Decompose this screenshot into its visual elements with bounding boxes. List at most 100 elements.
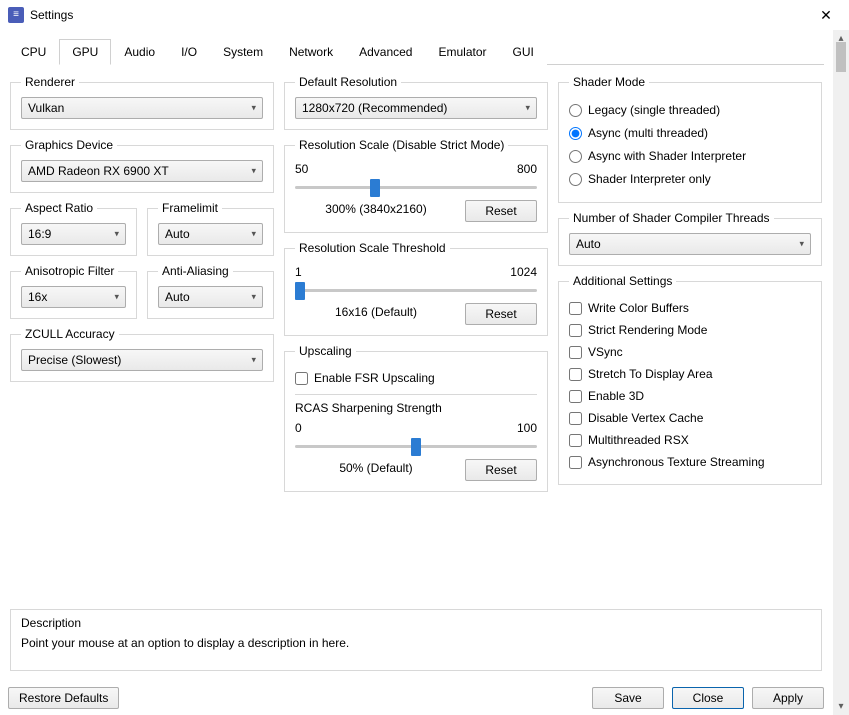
- select-default-resolution[interactable]: 1280x720 (Recommended) ▾: [295, 97, 537, 119]
- group-resolution-scale: Resolution Scale (Disable Strict Mode) 5…: [284, 138, 548, 233]
- label-aa: Anti-Aliasing: [158, 264, 233, 278]
- rcas-caption: 50% (Default): [295, 461, 457, 475]
- group-additional-settings: Additional Settings Write Color Buffers …: [558, 274, 822, 485]
- group-renderer: Renderer Vulkan ▾: [10, 75, 274, 130]
- chevron-down-icon: ▾: [114, 292, 119, 303]
- label-zcull: ZCULL Accuracy: [21, 327, 119, 341]
- label-description: Description: [21, 616, 811, 630]
- scrollbar[interactable]: ▴ ▾: [832, 30, 849, 715]
- select-aspect-ratio-value: 16:9: [28, 227, 51, 241]
- select-aniso-value: 16x: [28, 290, 47, 304]
- scroll-thumb[interactable]: [836, 42, 846, 72]
- select-compiler-threads-value: Auto: [576, 237, 601, 251]
- chevron-down-icon: ▾: [251, 355, 256, 366]
- select-renderer-value: Vulkan: [28, 101, 64, 115]
- tab-emulator[interactable]: Emulator: [425, 39, 499, 65]
- checkbox-label: VSync: [588, 345, 623, 359]
- chevron-down-icon: ▾: [251, 103, 256, 114]
- select-zcull[interactable]: Precise (Slowest) ▾: [21, 349, 263, 371]
- select-aniso[interactable]: 16x ▾: [21, 286, 126, 308]
- select-compiler-threads[interactable]: Auto ▾: [569, 233, 811, 255]
- group-aniso: Anisotropic Filter 16x ▾: [10, 264, 137, 319]
- checkbox-label: Asynchronous Texture Streaming: [588, 455, 765, 469]
- checkbox-enable-3d[interactable]: Enable 3D: [569, 386, 811, 406]
- col-right: Shader Mode Legacy (single threaded) Asy…: [558, 75, 822, 492]
- radio-shader-interp-only[interactable]: Shader Interpreter only: [569, 169, 811, 189]
- select-zcull-value: Precise (Slowest): [28, 353, 121, 367]
- select-renderer[interactable]: Vulkan ▾: [21, 97, 263, 119]
- tab-gui[interactable]: GUI: [500, 39, 547, 65]
- tab-io[interactable]: I/O: [168, 39, 210, 65]
- select-framelimit-value: Auto: [165, 227, 190, 241]
- select-framelimit[interactable]: Auto ▾: [158, 223, 263, 245]
- label-graphics-device: Graphics Device: [21, 138, 117, 152]
- tab-system[interactable]: System: [210, 39, 276, 65]
- description-text: Point your mouse at an option to display…: [21, 636, 811, 650]
- checkbox-disable-vertex-cache[interactable]: Disable Vertex Cache: [569, 408, 811, 428]
- label-resolution-threshold: Resolution Scale Threshold: [295, 241, 450, 255]
- label-compiler-threads: Number of Shader Compiler Threads: [569, 211, 774, 225]
- group-resolution-threshold: Resolution Scale Threshold 1 1024 16x16 …: [284, 241, 548, 336]
- group-aspect-ratio: Aspect Ratio 16:9 ▾: [10, 201, 137, 256]
- checkbox-label: Multithreaded RSX: [588, 433, 689, 447]
- radio-shader-legacy[interactable]: Legacy (single threaded): [569, 100, 811, 120]
- radio-shader-async-interp[interactable]: Async with Shader Interpreter: [569, 146, 811, 166]
- slider-resolution-threshold[interactable]: [295, 281, 537, 299]
- rcas-max: 100: [517, 421, 537, 435]
- restore-defaults-button[interactable]: Restore Defaults: [8, 687, 119, 709]
- select-graphics-device[interactable]: AMD Radeon RX 6900 XT ▾: [21, 160, 263, 182]
- checkbox-label: Enable 3D: [588, 389, 644, 403]
- slider-rcas[interactable]: [295, 437, 537, 455]
- tabstrip: CPU GPU Audio I/O System Network Advance…: [8, 38, 824, 65]
- chevron-down-icon: ▾: [799, 239, 804, 250]
- select-aa-value: Auto: [165, 290, 190, 304]
- tab-network[interactable]: Network: [276, 39, 346, 65]
- checkbox-write-color-buffers[interactable]: Write Color Buffers: [569, 298, 811, 318]
- reset-resolution-scale-button[interactable]: Reset: [465, 200, 537, 222]
- label-additional-settings: Additional Settings: [569, 274, 676, 288]
- radio-shader-async[interactable]: Async (multi threaded): [569, 123, 811, 143]
- window-title: Settings: [30, 8, 803, 22]
- checkbox-stretch-display[interactable]: Stretch To Display Area: [569, 364, 811, 384]
- tab-advanced[interactable]: Advanced: [346, 39, 425, 65]
- select-aspect-ratio[interactable]: 16:9 ▾: [21, 223, 126, 245]
- close-icon[interactable]: ✕: [803, 0, 849, 30]
- group-shader-mode: Shader Mode Legacy (single threaded) Asy…: [558, 75, 822, 203]
- close-button[interactable]: Close: [672, 687, 744, 709]
- label-aspect-ratio: Aspect Ratio: [21, 201, 97, 215]
- group-zcull: ZCULL Accuracy Precise (Slowest) ▾: [10, 327, 274, 382]
- checkbox-strict-rendering[interactable]: Strict Rendering Mode: [569, 320, 811, 340]
- chevron-down-icon: ▾: [251, 292, 256, 303]
- save-button[interactable]: Save: [592, 687, 664, 709]
- checkbox-multithreaded-rsx[interactable]: Multithreaded RSX: [569, 430, 811, 450]
- checkbox-enable-fsr[interactable]: Enable FSR Upscaling: [295, 368, 537, 388]
- group-upscaling: Upscaling Enable FSR Upscaling RCAS Shar…: [284, 344, 548, 492]
- select-aa[interactable]: Auto ▾: [158, 286, 263, 308]
- tab-gpu[interactable]: GPU: [59, 39, 111, 65]
- slider-resolution-scale[interactable]: [295, 178, 537, 196]
- checkbox-label: Disable Vertex Cache: [588, 411, 703, 425]
- checkbox-vsync[interactable]: VSync: [569, 342, 811, 362]
- scroll-down-icon[interactable]: ▾: [833, 698, 849, 715]
- res-thresh-min: 1: [295, 265, 302, 279]
- rcas-min: 0: [295, 421, 302, 435]
- select-default-resolution-value: 1280x720 (Recommended): [302, 101, 447, 115]
- group-default-resolution: Default Resolution 1280x720 (Recommended…: [284, 75, 548, 130]
- tab-audio[interactable]: Audio: [111, 39, 168, 65]
- reset-rcas-button[interactable]: Reset: [465, 459, 537, 481]
- group-description: Description Point your mouse at an optio…: [10, 609, 822, 671]
- col-middle: Default Resolution 1280x720 (Recommended…: [284, 75, 548, 492]
- label-shader-mode: Shader Mode: [569, 75, 649, 89]
- apply-button[interactable]: Apply: [752, 687, 824, 709]
- reset-resolution-threshold-button[interactable]: Reset: [465, 303, 537, 325]
- res-scale-min: 50: [295, 162, 308, 176]
- label-renderer: Renderer: [21, 75, 79, 89]
- select-graphics-device-value: AMD Radeon RX 6900 XT: [28, 164, 169, 178]
- tab-cpu[interactable]: CPU: [8, 39, 59, 65]
- radio-shader-legacy-label: Legacy (single threaded): [588, 103, 720, 117]
- checkbox-label: Write Color Buffers: [588, 301, 689, 315]
- label-default-resolution: Default Resolution: [295, 75, 401, 89]
- res-scale-max: 800: [517, 162, 537, 176]
- checkbox-async-texture-streaming[interactable]: Asynchronous Texture Streaming: [569, 452, 811, 472]
- footer: Restore Defaults Save Close Apply: [0, 681, 832, 715]
